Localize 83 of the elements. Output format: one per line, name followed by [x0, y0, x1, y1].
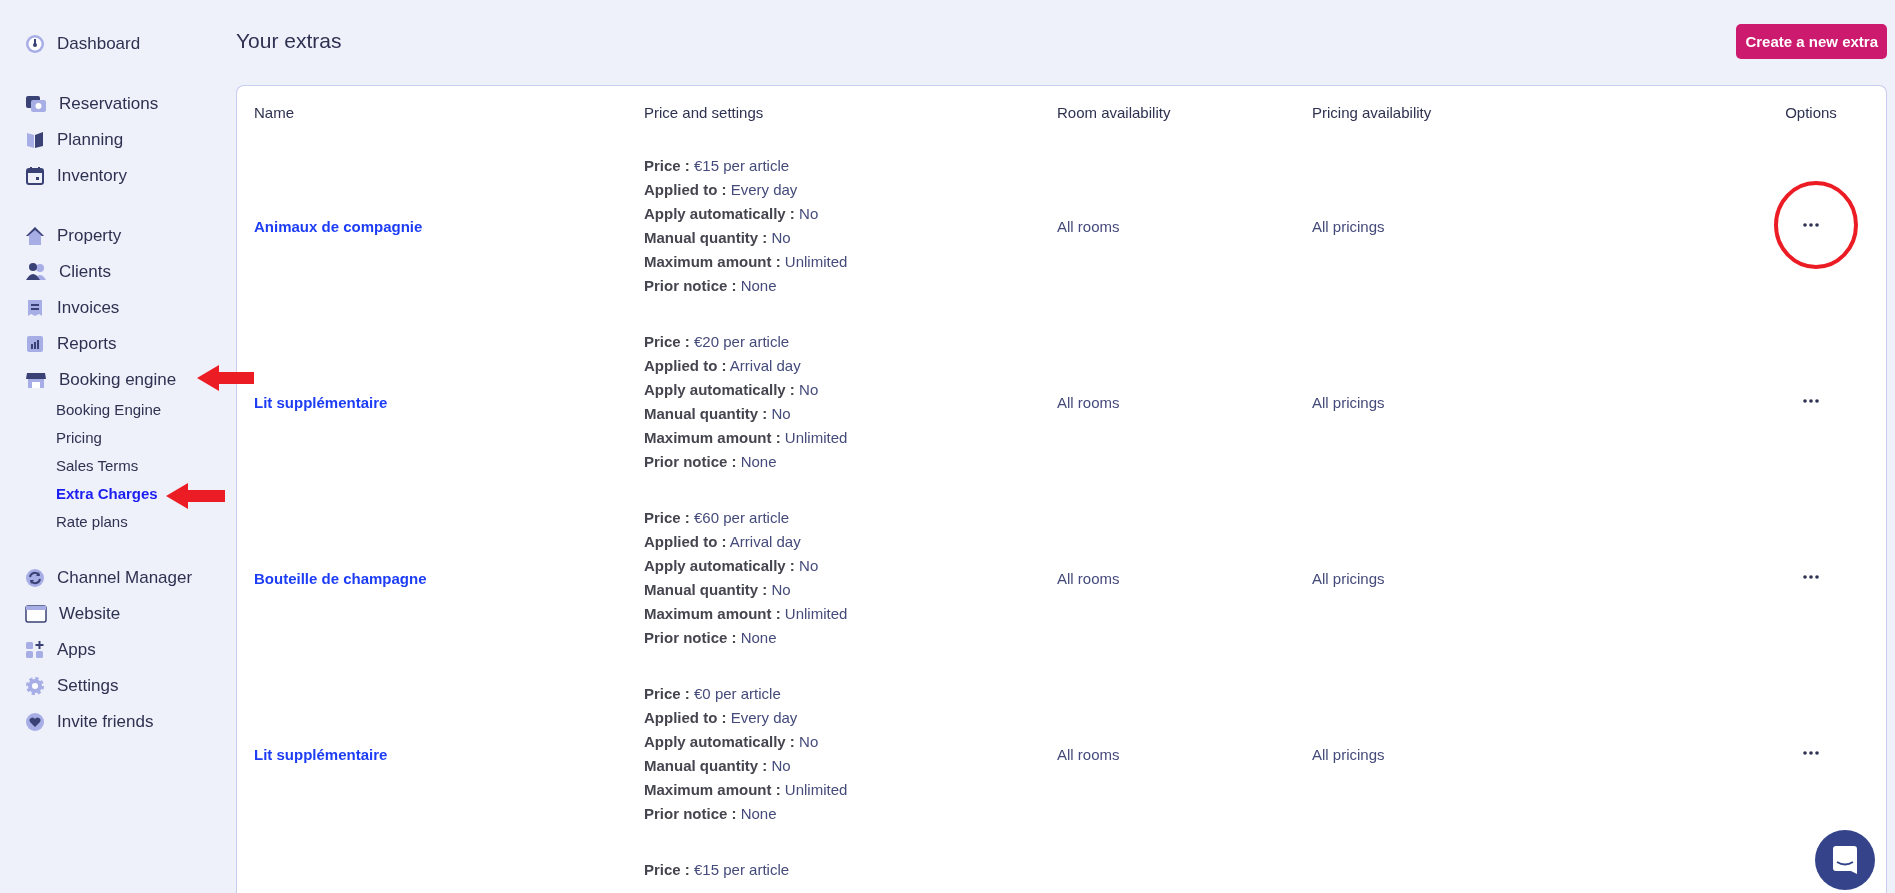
column-header: Price and settings [644, 103, 764, 121]
sidebar-item[interactable]: Inventory [0, 158, 127, 194]
sidebar-subitem[interactable]: Extra Charges [56, 480, 158, 508]
bar-chart-icon [25, 334, 45, 354]
setting-line: Apply automatically : No [644, 204, 820, 224]
setting-line: Apply automatically : No [644, 380, 820, 400]
setting-line: Manual quantity : No [644, 580, 792, 600]
people-icon [25, 262, 47, 282]
sidebar-item[interactable]: Apps [0, 632, 96, 668]
setting-line: Prior notice : None [644, 452, 778, 472]
storefront-icon [25, 370, 47, 390]
browser-window-icon [25, 604, 47, 624]
receipt-icon [25, 298, 45, 318]
arrow-annotation [166, 483, 225, 509]
extra-name-link[interactable]: Bouteille de champagne [254, 569, 427, 587]
column-header: Name [254, 103, 294, 121]
sidebar-subitem[interactable]: Sales Terms [56, 452, 139, 480]
sidebar-item[interactable]: Booking engine [0, 362, 177, 398]
sidebar-item[interactable]: Invoices [0, 290, 120, 326]
sidebar-item[interactable]: Planning [0, 122, 124, 158]
sidebar-subitem[interactable]: Rate plans [56, 508, 128, 536]
chat-bubble-icon[interactable] [1815, 830, 1875, 890]
sidebar-item[interactable]: Property [0, 218, 122, 254]
gauge-icon [25, 34, 45, 54]
gear-icon [25, 676, 45, 696]
setting-line: Prior notice : None [644, 276, 778, 296]
camera-icon [25, 94, 47, 114]
pricing-availability: All pricings [1312, 217, 1385, 235]
sidebar-subitem[interactable]: Booking Engine [56, 396, 162, 424]
setting-line: Prior notice : None [644, 628, 778, 648]
setting-line: Manual quantity : No [644, 404, 792, 424]
setting-line: Prior notice : None [644, 804, 778, 824]
setting-line: Price : €15 per article [644, 860, 790, 880]
extra-name-link[interactable]: Lit supplémentaire [254, 393, 388, 411]
calendar-icon [25, 166, 45, 186]
sidebar-item[interactable]: Reservations [0, 86, 159, 122]
ellipsis-icon [1803, 575, 1819, 579]
setting-line: Apply automatically : No [644, 556, 820, 576]
create-extra-button[interactable]: Create a new extra [1736, 24, 1887, 59]
pricing-availability: All pricings [1312, 569, 1385, 587]
sidebar-item[interactable]: Clients [0, 254, 111, 290]
sidebar-item[interactable]: Invite friends [0, 704, 154, 740]
ellipsis-icon [1803, 399, 1819, 403]
column-header: Options [1785, 103, 1837, 121]
sync-icon [25, 568, 45, 588]
column-header: Pricing availability [1312, 103, 1432, 121]
setting-line: Price : €0 per article [644, 684, 782, 704]
room-availability: All rooms [1057, 393, 1120, 411]
house-icon [25, 226, 45, 246]
book-icon [25, 130, 45, 150]
extra-name-link[interactable]: Lit supplémentaire [254, 745, 388, 763]
sidebar-item[interactable]: Website [0, 596, 121, 632]
pricing-availability: All pricings [1312, 393, 1385, 411]
sidebar-item[interactable]: Reports [0, 326, 117, 362]
sidebar-item[interactable]: Channel Manager [0, 560, 193, 596]
setting-line: Applied to : Arrival day [644, 356, 802, 376]
setting-line: Applied to : Every day [644, 180, 799, 200]
room-availability: All rooms [1057, 217, 1120, 235]
setting-line: Maximum amount : Unlimited [644, 252, 848, 272]
setting-line: Price : €15 per article [644, 156, 791, 176]
setting-line: Maximum amount : Unlimited [644, 604, 848, 624]
column-header: Room availability [1057, 103, 1171, 121]
setting-line: Applied to : Arrival day [644, 532, 802, 552]
setting-line: Applied to : Every day [644, 708, 799, 728]
setting-line: Manual quantity : No [644, 756, 792, 776]
setting-line: Maximum amount : Unlimited [644, 780, 848, 800]
pricing-availability: All pricings [1312, 745, 1385, 763]
setting-line: Manual quantity : No [644, 228, 792, 248]
setting-line: Maximum amount : Unlimited [644, 428, 848, 448]
arrow-annotation [197, 365, 254, 391]
page-title: Your extras [236, 28, 342, 53]
apps-grid-icon [25, 640, 45, 660]
room-availability: All rooms [1057, 745, 1120, 763]
sidebar-item[interactable]: Settings [0, 668, 119, 704]
setting-line: Price : €60 per article [644, 508, 791, 528]
setting-line: Apply automatically : No [644, 732, 820, 752]
sidebar-subitem[interactable]: Pricing [56, 424, 102, 452]
extra-name-link[interactable]: Animaux de compagnie [254, 217, 423, 235]
room-availability: All rooms [1057, 569, 1120, 587]
setting-line: Price : €20 per article [644, 332, 791, 352]
ellipsis-icon [1803, 751, 1819, 755]
ellipsis-icon [1803, 223, 1819, 227]
sidebar-item[interactable]: Dashboard [0, 26, 141, 62]
